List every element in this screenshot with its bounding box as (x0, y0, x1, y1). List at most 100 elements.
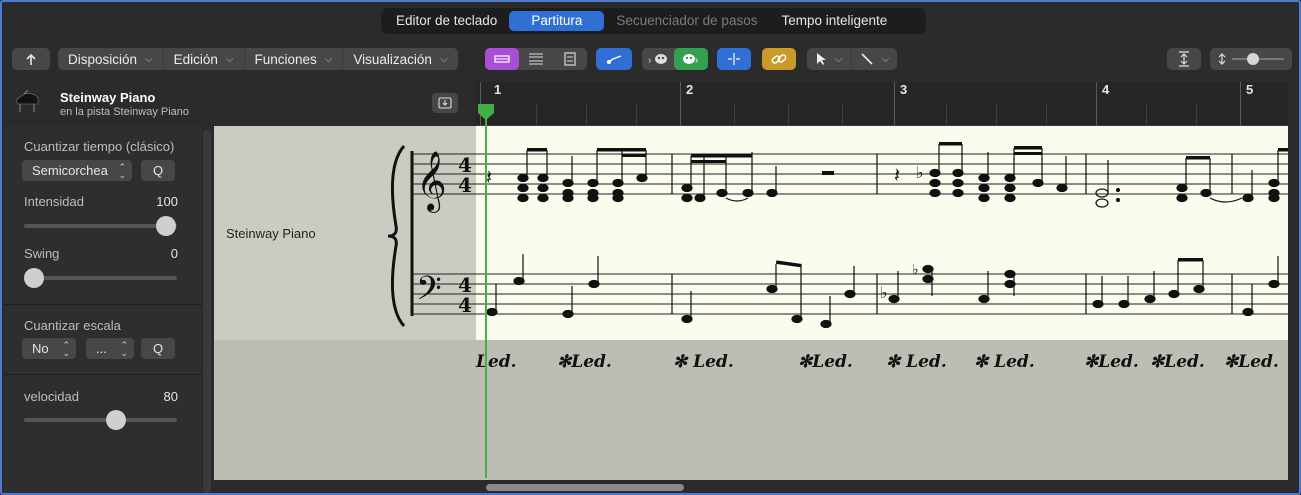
wrapped-view-button[interactable] (519, 48, 553, 70)
scale-q-button[interactable]: Q (141, 338, 175, 359)
menu-edit[interactable]: Edición ⌵ (164, 48, 245, 70)
catch-button[interactable] (12, 48, 50, 70)
divider (4, 304, 202, 305)
flex-button[interactable] (717, 48, 751, 70)
chevron-down-icon: ⌵ (439, 53, 448, 65)
strength-slider-knob[interactable] (156, 216, 176, 236)
svg-text:›: › (648, 55, 651, 66)
treble-measure-1: 𝄽 (486, 148, 648, 203)
view-mode-group (485, 48, 587, 70)
tab-smart-tempo[interactable]: Tempo inteligente (769, 11, 899, 31)
beat-tick (996, 104, 997, 126)
divider (4, 374, 202, 375)
chevron-down-icon: ⌵ (324, 53, 333, 65)
playhead-handle-icon[interactable] (477, 103, 495, 121)
midi-out-left-button[interactable]: › (642, 48, 674, 70)
up-down-chevron-icon: ⌃ ⌄ (120, 339, 128, 358)
menu-edit-label: Edición (173, 51, 218, 67)
treble-measure-4 (1095, 148, 1288, 208)
beat-tick (946, 104, 947, 126)
svg-text:›: › (695, 55, 698, 66)
link-button[interactable] (762, 48, 796, 70)
strength-label: Intensidad (24, 194, 84, 209)
system-brace (387, 144, 406, 328)
quantize-inspector: Cuantizar tiempo (clásico) Semicorchea ⌃… (4, 126, 202, 493)
scale-type-value: ... (96, 341, 107, 356)
linear-view-icon (494, 55, 510, 63)
midi-in-button[interactable] (596, 48, 632, 70)
beat-tick (842, 104, 843, 126)
svg-text:𝄽: 𝄽 (894, 165, 900, 187)
bar-ruler[interactable]: 1 2 3 4 5 (476, 82, 1288, 126)
pedal-mark[interactable]: Led. (476, 352, 517, 372)
velocity-value: 80 (163, 389, 178, 404)
cmd-click-tool[interactable]: ⌵ (852, 48, 898, 70)
pedal-mark[interactable]: ✻Led. (1150, 352, 1205, 372)
pedal-mark[interactable]: ✻ Led. (974, 352, 1035, 372)
midi-out-group: › › (642, 48, 708, 70)
bar-number: 2 (686, 82, 694, 97)
quantize-q-button[interactable]: Q (141, 160, 175, 181)
tab-step-sequencer[interactable]: Secuenciador de pasos (604, 11, 769, 31)
bar-line (680, 82, 681, 126)
linear-view-button[interactable] (485, 48, 519, 70)
catch-arrow-icon (26, 53, 36, 65)
page-view-button[interactable] (553, 48, 587, 70)
score-empty-area (214, 340, 476, 480)
pedal-mark[interactable]: ✻Led. (798, 352, 853, 372)
menu-layout[interactable]: Disposición ⌵ (58, 48, 164, 70)
pedal-mark[interactable]: ✻ Led. (886, 352, 947, 372)
editor-tab-bar: Editor de teclado Partitura Secuenciador… (381, 8, 926, 34)
track-header: Steinway Piano en la pista Steinway Pian… (4, 82, 476, 126)
svg-text:♭: ♭ (916, 165, 924, 182)
quantize-value: Semicorchea (32, 163, 108, 178)
vertical-zoom-fit-button[interactable] (1167, 48, 1201, 70)
zoom-slider[interactable] (1210, 48, 1292, 70)
swing-slider-knob[interactable] (24, 268, 44, 288)
beat-tick (536, 104, 537, 126)
pedal-mark[interactable]: ✻Led. (1084, 352, 1139, 372)
scale-quantize-label: Cuantizar escala (24, 318, 121, 333)
svg-text:♭: ♭ (912, 261, 919, 277)
menu-group: Disposición ⌵ Edición ⌵ Funciones ⌵ Visuali… (58, 48, 458, 70)
zoom-slider-knob[interactable] (1247, 53, 1259, 65)
inspector-scrollbar[interactable] (203, 130, 211, 493)
menu-view-label: Visualización (353, 51, 432, 67)
beat-tick (788, 104, 789, 126)
tab-keyboard-editor[interactable]: Editor de teclado (384, 11, 509, 31)
midi-out-right-button[interactable]: › (674, 48, 708, 70)
chevron-down-icon: ⌵ (881, 53, 890, 65)
time-sig-bottom: 4 (458, 173, 472, 197)
beat-tick (1046, 104, 1047, 126)
horizontal-scrollbar[interactable] (486, 484, 684, 491)
strength-value: 100 (156, 194, 178, 209)
collapse-button[interactable] (432, 93, 458, 113)
tab-score[interactable]: Partitura (509, 11, 605, 31)
velocity-slider[interactable] (24, 418, 177, 422)
bar-line (894, 82, 895, 126)
left-click-tool[interactable]: ⌵ (807, 48, 852, 70)
strength-slider[interactable] (24, 224, 177, 228)
beat-tick (586, 104, 587, 126)
scale-root-select[interactable]: No ⌃ ⌄ (22, 338, 76, 359)
swing-value: 0 (170, 246, 178, 261)
pencil-icon (861, 53, 873, 65)
quantize-label: Cuantizar tiempo (clásico) (24, 139, 175, 154)
score-notation: 𝄞 𝄢 4 4 4 4 𝄽 𝄽 ♭ ♭ ♭ (387, 142, 1288, 329)
menu-view[interactable]: Visualización ⌵ (343, 48, 457, 70)
swing-slider[interactable] (24, 276, 177, 280)
pedal-mark[interactable]: ✻ Led. (673, 352, 734, 372)
menu-functions[interactable]: Funciones ⌵ (245, 48, 344, 70)
tool-group: ⌵ ⌵ (807, 48, 897, 70)
scale-type-select[interactable]: ... ⌃ ⌄ (86, 338, 134, 359)
velocity-slider-knob[interactable] (106, 410, 126, 430)
pedal-mark[interactable]: ✻Led. (557, 352, 612, 372)
bar-number: 5 (1246, 82, 1254, 97)
right-edge (1288, 82, 1299, 493)
svg-text:♭: ♭ (880, 285, 888, 302)
quantize-select[interactable]: Semicorchea ⌃ ⌄ (22, 160, 132, 181)
palette-icon: › (683, 54, 698, 66)
pedal-mark[interactable]: ✻Led. (1224, 352, 1279, 372)
measure-barlines (671, 154, 1233, 314)
playhead[interactable] (485, 112, 487, 478)
